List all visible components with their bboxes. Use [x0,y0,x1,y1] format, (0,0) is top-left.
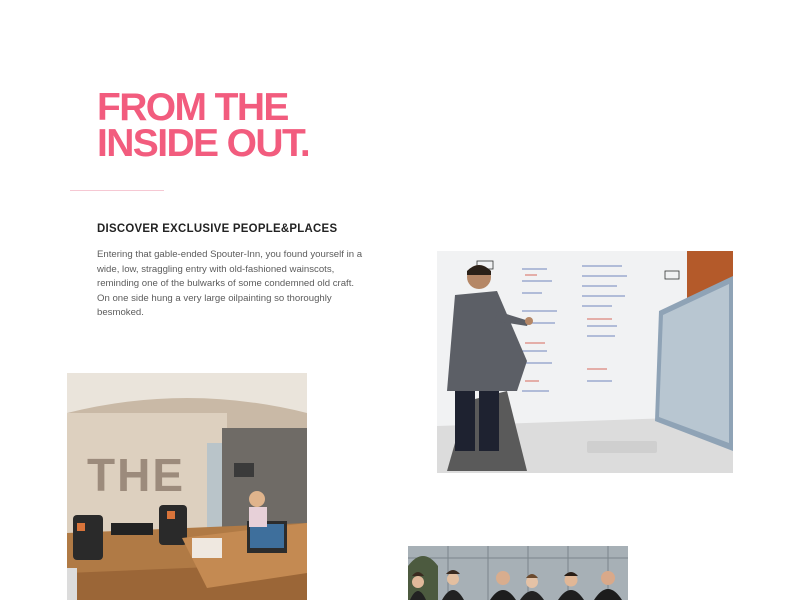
office-reception-photo: THE [67,373,307,600]
whiteboard-meeting-photo [437,251,733,473]
page-headline: FROM THE INSIDE OUT. [97,86,311,165]
section-subheading: DISCOVER EXCLUSIVE PEOPLE&PLACES [97,221,338,235]
headline-line-2: INSIDE OUT. [97,122,311,165]
office-wall-letters: THE [87,449,185,501]
headline-divider [70,190,164,191]
intro-paragraph: Entering that gable-ended Spouter-Inn, y… [97,249,363,319]
team-group-photo [408,546,628,600]
headline-line-1: FROM THE [97,86,289,129]
